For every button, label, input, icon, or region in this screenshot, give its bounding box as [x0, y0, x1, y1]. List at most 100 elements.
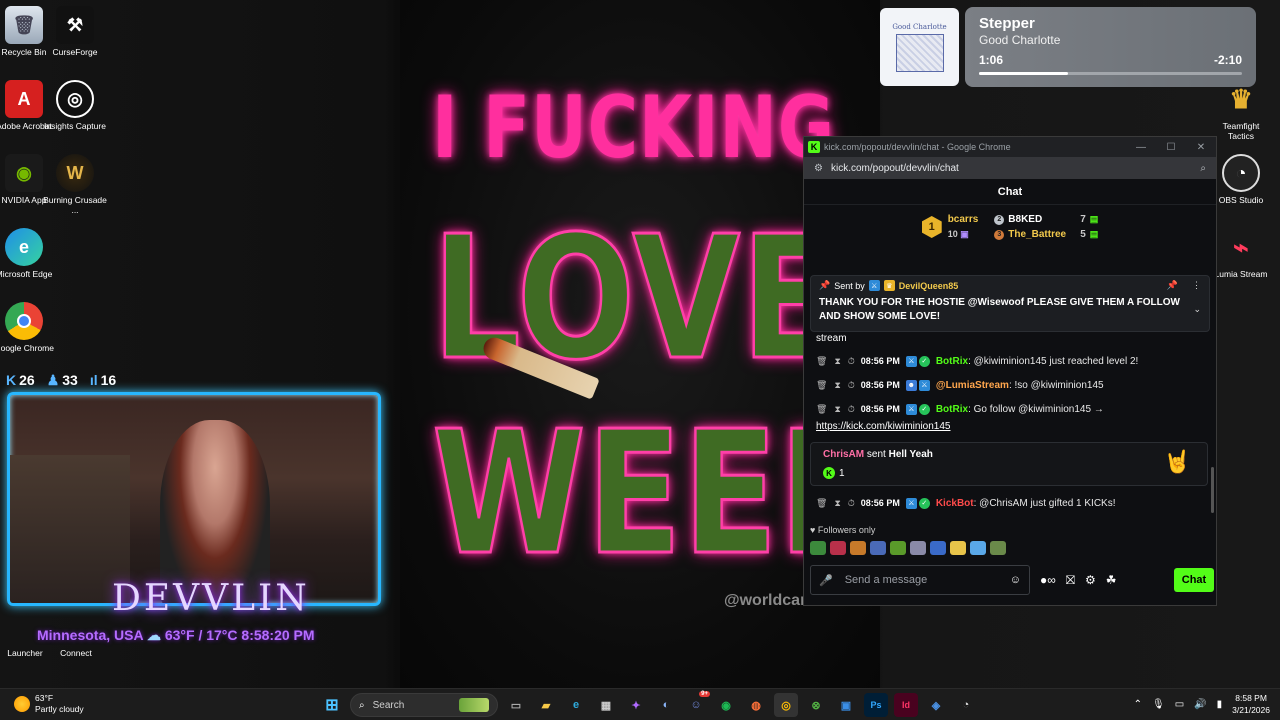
photos-icon[interactable]: ▣	[834, 693, 858, 717]
desktop-icon-teamfight-tactics[interactable]: ♛ Teamfight Tactics	[1209, 80, 1273, 141]
timeout-icon[interactable]: ⧗	[834, 498, 840, 509]
close-button[interactable]: ✕	[1186, 142, 1216, 153]
desktop-icon-label: Insights Capture	[44, 121, 106, 131]
chat-scrollbar[interactable]	[1211, 467, 1214, 513]
volume-icon[interactable]: 🔊	[1194, 699, 1206, 710]
emoji-icon[interactable]: ☺	[1010, 574, 1021, 586]
search-highlight-image	[459, 698, 489, 712]
emote[interactable]	[930, 541, 946, 555]
desktop-icon-lumia[interactable]: ⌁ Lumia Stream	[1209, 228, 1273, 279]
emote[interactable]	[810, 541, 826, 555]
start-icon[interactable]: ⊞	[320, 693, 344, 717]
search-icon: ⌕	[359, 699, 365, 711]
minimize-button[interactable]: —	[1126, 142, 1156, 153]
firefox-icon[interactable]: ◍	[744, 693, 768, 717]
zoom-icon[interactable]: ⌕	[1200, 163, 1206, 174]
app-icon[interactable]: ◈	[924, 693, 948, 717]
desktop-icon-label: Teamfight Tactics	[1222, 121, 1260, 141]
chat-message[interactable]: 🗑 ⧗ ⏱ 08:56 PM ☻ ⚔ @LumiaStream: !so @kiwim…	[804, 373, 1214, 397]
spotify-icon[interactable]: ◉	[714, 693, 738, 717]
send-chat-button[interactable]: Chat	[1174, 568, 1214, 592]
desktop-icon-connect[interactable]: Connect	[44, 648, 108, 658]
moderator-badge-icon: ⚔	[905, 355, 917, 367]
steam-icon[interactable]: ◐	[654, 693, 678, 717]
desktop-icon-burning-crusade[interactable]: W Burning Crusade ...	[43, 154, 107, 215]
desktop-icon-insights-capture[interactable]: ◎ Insights Capture	[43, 80, 107, 131]
site-info-icon[interactable]: ⚙	[814, 163, 823, 174]
desktop-icon-obs[interactable]: ◔ OBS Studio	[1209, 154, 1273, 205]
store-icon[interactable]: ▦	[594, 693, 618, 717]
media-progress-bar[interactable]	[979, 72, 1242, 75]
delete-icon[interactable]: 🗑	[816, 404, 827, 415]
gear-icon[interactable]: ⚙	[1085, 573, 1096, 587]
microphone-tray-icon[interactable]: 🎙	[1152, 699, 1165, 710]
emote[interactable]	[990, 541, 1006, 555]
display-icon[interactable]: ▭	[1175, 699, 1184, 710]
desktop-icon-edge[interactable]: e Microsoft Edge	[0, 228, 56, 279]
album-art-text: Good Charlotte	[892, 22, 947, 31]
emote[interactable]	[970, 541, 986, 555]
discord-icon[interactable]: ☺ 9+	[684, 691, 710, 717]
emote[interactable]	[950, 541, 966, 555]
window-controls: — ☐ ✕	[1126, 142, 1216, 153]
more-options-icon[interactable]: ⋮	[1192, 280, 1201, 291]
file-explorer-icon[interactable]: ▰	[534, 693, 558, 717]
pinned-message[interactable]: 📌 Sent by ⚔ ♛ DevilQueen85 📌 ⋮ THANK YOU…	[810, 275, 1210, 332]
webcam-frame	[7, 392, 381, 606]
emote[interactable]	[890, 541, 906, 555]
delete-icon[interactable]: 🗑	[816, 498, 827, 509]
timeout-icon[interactable]: ⧗	[834, 356, 840, 367]
unpin-icon[interactable]: 📌	[1167, 280, 1178, 291]
delete-icon[interactable]: 🗑	[816, 380, 827, 391]
maximize-button[interactable]: ☐	[1156, 142, 1186, 153]
edge-taskbar-icon[interactable]: e	[564, 693, 588, 717]
gift-icon[interactable]: ⛝	[1066, 573, 1075, 588]
battery-icon[interactable]: ▮	[1217, 699, 1223, 710]
desktop-icon-curseforge[interactable]: ⚒ CurseForge	[43, 6, 107, 57]
cloud-icon: ☁	[146, 627, 165, 643]
person-icon: ♟	[46, 371, 60, 388]
chat-popout-window: K kick.com/popout/devvlin/chat - Google …	[803, 136, 1217, 606]
emote[interactable]	[910, 541, 926, 555]
gift-user: ChrisAM	[823, 449, 865, 460]
clock-icon[interactable]: ⏱	[848, 498, 855, 509]
timeout-icon[interactable]: ⧗	[834, 380, 840, 391]
address-bar[interactable]: ⚙ kick.com/popout/devvlin/chat ⌕	[804, 157, 1216, 179]
curseforge-icon: ⚒	[56, 6, 94, 44]
indesign-icon[interactable]: Id	[894, 693, 918, 717]
emote[interactable]	[870, 541, 886, 555]
infinity-icon[interactable]: ●∞	[1040, 573, 1056, 587]
chat-message[interactable]: 🗑 ⧗ ⏱ 08:56 PM ⚔ ✓ KickBot: @ChrisAM just g…	[804, 491, 1214, 515]
chevron-down-icon[interactable]: ⌄	[1193, 304, 1201, 315]
weather-widget[interactable]: 63°F Partly cloudy	[14, 693, 84, 715]
copilot-icon[interactable]: ✦	[624, 693, 648, 717]
system-clock[interactable]: 8:58 PM 3/21/2026	[1232, 692, 1270, 716]
emote[interactable]	[850, 541, 866, 555]
xbox-icon[interactable]: ⊗	[804, 693, 828, 717]
timeout-icon[interactable]: ⧗	[834, 404, 840, 415]
gem-icon: ▣	[960, 229, 969, 239]
photoshop-icon[interactable]: Ps	[864, 693, 888, 717]
chat-message[interactable]: 🗑 ⧗ ⏱ 08:56 PM ⚔ ✓ BotRix: Go follow @kiwim…	[804, 397, 1214, 421]
microphone-icon[interactable]: 🎤	[819, 574, 833, 587]
media-flyout[interactable]: Good Charlotte Stepper Good Charlotte 1:…	[880, 7, 1256, 87]
delete-icon[interactable]: 🗑	[816, 356, 827, 367]
clock-icon[interactable]: ⏱	[848, 404, 855, 415]
chevron-up-icon[interactable]: ⌃	[1134, 699, 1142, 710]
emote-picker-icon[interactable]: ☘	[1106, 573, 1117, 587]
clock-icon[interactable]: ⏱	[848, 380, 855, 391]
chat-link[interactable]: https://kick.com/kiwiminion145	[804, 421, 1214, 437]
desktop-icon-chrome[interactable]: Google Chrome	[0, 302, 56, 353]
chat-message[interactable]: 🗑 ⧗ ⏱ 08:56 PM ⚔ ✓ BotRix: @kiwiminion145 j…	[804, 349, 1214, 373]
album-art: Good Charlotte	[880, 8, 959, 86]
clock-icon[interactable]: ⏱	[848, 356, 855, 367]
desktop-icon-label: NVIDIA App	[1, 195, 47, 205]
heart-icon: ♥	[810, 525, 816, 535]
task-view-icon[interactable]: ▭	[504, 693, 528, 717]
desktop-icon-label: Burning Crusade ...	[43, 195, 107, 215]
chat-message-input[interactable]: 🎤 Send a message ☺	[810, 565, 1030, 595]
chrome-taskbar-icon[interactable]: ◎	[774, 693, 798, 717]
emote[interactable]	[830, 541, 846, 555]
obs-taskbar-icon[interactable]: ◔	[954, 693, 978, 717]
taskbar-search[interactable]: ⌕ Search	[350, 693, 498, 717]
